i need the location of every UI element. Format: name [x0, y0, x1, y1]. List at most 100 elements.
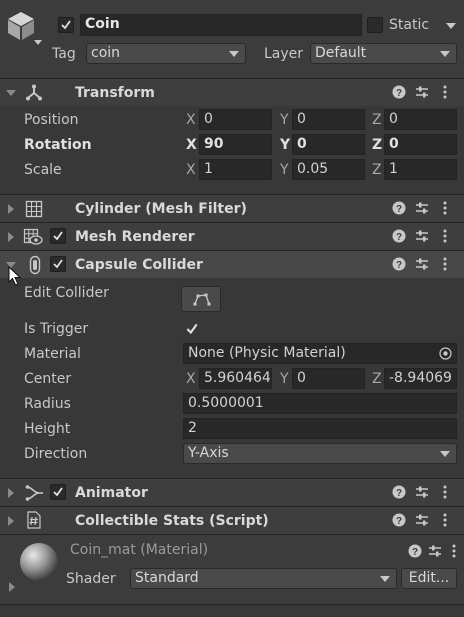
help-icon[interactable]: ?	[392, 229, 406, 247]
object-picker-icon[interactable]	[439, 347, 452, 363]
scale-x-field[interactable]: 1	[199, 159, 272, 180]
script-title: Collectible Stats (Script)	[75, 513, 269, 529]
position-x-axis[interactable]: X	[186, 110, 196, 130]
tag-value: coin	[91, 45, 121, 61]
chevron-down-icon[interactable]	[446, 23, 456, 29]
position-y-field[interactable]: 0	[292, 109, 365, 130]
center-z-field[interactable]: -8.94069	[384, 368, 457, 389]
chevron-down-icon	[440, 451, 450, 457]
foldout-arrow-icon[interactable]	[8, 204, 14, 214]
center-y-axis[interactable]: Y	[280, 369, 289, 389]
more-icon[interactable]	[451, 544, 457, 562]
script-header[interactable]: Collectible Stats (Script) ?	[0, 506, 464, 534]
rotation-z-field[interactable]: 0	[384, 134, 457, 155]
animator-checkbox[interactable]	[50, 484, 66, 500]
preset-icon[interactable]	[415, 85, 429, 103]
rotation-y-axis[interactable]: Y	[280, 135, 290, 155]
foldout-arrow-icon[interactable]	[9, 582, 15, 592]
tag-label: Tag	[52, 46, 76, 62]
scale-label: Scale	[24, 162, 62, 178]
physic-material-value: None (Physic Material)	[188, 345, 346, 361]
position-z-axis[interactable]: Z	[372, 110, 382, 130]
height-label: Height	[24, 421, 71, 437]
more-icon[interactable]	[442, 85, 448, 103]
help-icon[interactable]: ?	[392, 201, 406, 219]
preset-icon[interactable]	[415, 485, 429, 503]
object-header: Coin Static Tag coin Layer Default	[0, 0, 464, 78]
position-z-field[interactable]: 0	[384, 109, 457, 130]
position-y-axis[interactable]: Y	[280, 110, 289, 130]
mesh-renderer-header[interactable]: Mesh Renderer ?	[0, 222, 464, 250]
preset-icon[interactable]	[415, 229, 429, 247]
help-icon[interactable]: ?	[392, 257, 406, 275]
chevron-down-icon	[380, 576, 390, 582]
more-icon[interactable]	[442, 513, 448, 531]
object-name-field[interactable]: Coin	[80, 14, 362, 36]
is-trigger-checkbox[interactable]	[184, 321, 200, 337]
capsule-icon	[29, 255, 41, 279]
edit-shader-button[interactable]: Edit...	[401, 568, 457, 589]
foldout-arrow-icon[interactable]	[8, 516, 14, 526]
foldout-arrow-icon[interactable]	[8, 488, 14, 498]
preset-icon[interactable]	[428, 544, 442, 562]
animator-header[interactable]: Animator ?	[0, 478, 464, 506]
chevron-down-icon	[229, 51, 239, 57]
physic-material-field[interactable]: None (Physic Material)	[183, 343, 457, 364]
capsule-collider-header[interactable]: Capsule Collider ?	[0, 250, 464, 278]
direction-dropdown[interactable]: Y-Axis	[183, 443, 457, 464]
preset-icon[interactable]	[415, 513, 429, 531]
edit-collider-button[interactable]	[181, 286, 221, 312]
svg-text:?: ?	[396, 488, 402, 499]
transform-header[interactable]: Transform ?	[0, 78, 464, 106]
help-icon[interactable]: ?	[392, 85, 406, 103]
preset-icon[interactable]	[415, 201, 429, 219]
help-icon[interactable]: ?	[392, 485, 406, 503]
more-icon[interactable]	[442, 229, 448, 247]
tag-dropdown[interactable]: coin	[86, 43, 246, 64]
more-icon[interactable]	[442, 257, 448, 275]
capsule-collider-checkbox[interactable]	[50, 256, 66, 272]
more-icon[interactable]	[442, 201, 448, 219]
mesh-renderer-checkbox[interactable]	[50, 228, 66, 244]
scale-x-axis[interactable]: X	[186, 160, 196, 180]
scale-y-axis[interactable]: Y	[280, 160, 289, 180]
more-icon[interactable]	[442, 485, 448, 503]
rotation-x-field[interactable]: 90	[199, 134, 272, 155]
svg-text:?: ?	[412, 547, 418, 558]
help-icon[interactable]: ?	[408, 544, 422, 562]
rotation-y-field[interactable]: 0	[292, 134, 365, 155]
mesh-filter-header[interactable]: Cylinder (Mesh Filter) ?	[0, 194, 464, 222]
animator-icon	[25, 484, 45, 506]
position-x-field[interactable]: 0	[199, 109, 272, 130]
mesh-renderer-icon	[23, 228, 43, 250]
center-y-field[interactable]: 0	[292, 368, 365, 389]
help-icon[interactable]: ?	[392, 513, 406, 531]
static-checkbox[interactable]	[367, 17, 383, 33]
scale-y-field[interactable]: 0.05	[292, 159, 365, 180]
edit-collider-label: Edit Collider	[24, 285, 109, 301]
center-x-axis[interactable]: X	[186, 369, 196, 389]
foldout-arrow-icon[interactable]	[8, 232, 14, 242]
svg-text:?: ?	[396, 516, 402, 527]
center-x-field[interactable]: 5.960464	[199, 368, 272, 389]
material-name: Coin_mat (Material)	[70, 542, 209, 558]
cube-icon	[6, 10, 36, 46]
scale-z-field[interactable]: 1	[384, 159, 457, 180]
rotation-x-axis[interactable]: X	[186, 135, 197, 155]
shader-dropdown[interactable]: Standard	[130, 568, 397, 589]
static-label: Static	[389, 17, 430, 33]
layer-label: Layer	[264, 46, 304, 62]
foldout-arrow-icon[interactable]	[6, 90, 16, 96]
active-checkbox[interactable]	[58, 17, 74, 33]
preset-icon[interactable]	[415, 257, 429, 275]
center-z-axis[interactable]: Z	[372, 369, 382, 389]
chevron-down-icon[interactable]	[34, 40, 42, 45]
scale-z-axis[interactable]: Z	[372, 160, 382, 180]
direction-label: Direction	[24, 446, 88, 462]
mesh-filter-title: Cylinder (Mesh Filter)	[75, 201, 247, 217]
direction-value: Y-Axis	[188, 445, 229, 461]
rotation-z-axis[interactable]: Z	[372, 135, 382, 155]
height-field[interactable]: 2	[183, 418, 457, 439]
layer-dropdown[interactable]: Default	[310, 43, 457, 64]
radius-field[interactable]: 0.5000001	[183, 393, 457, 414]
